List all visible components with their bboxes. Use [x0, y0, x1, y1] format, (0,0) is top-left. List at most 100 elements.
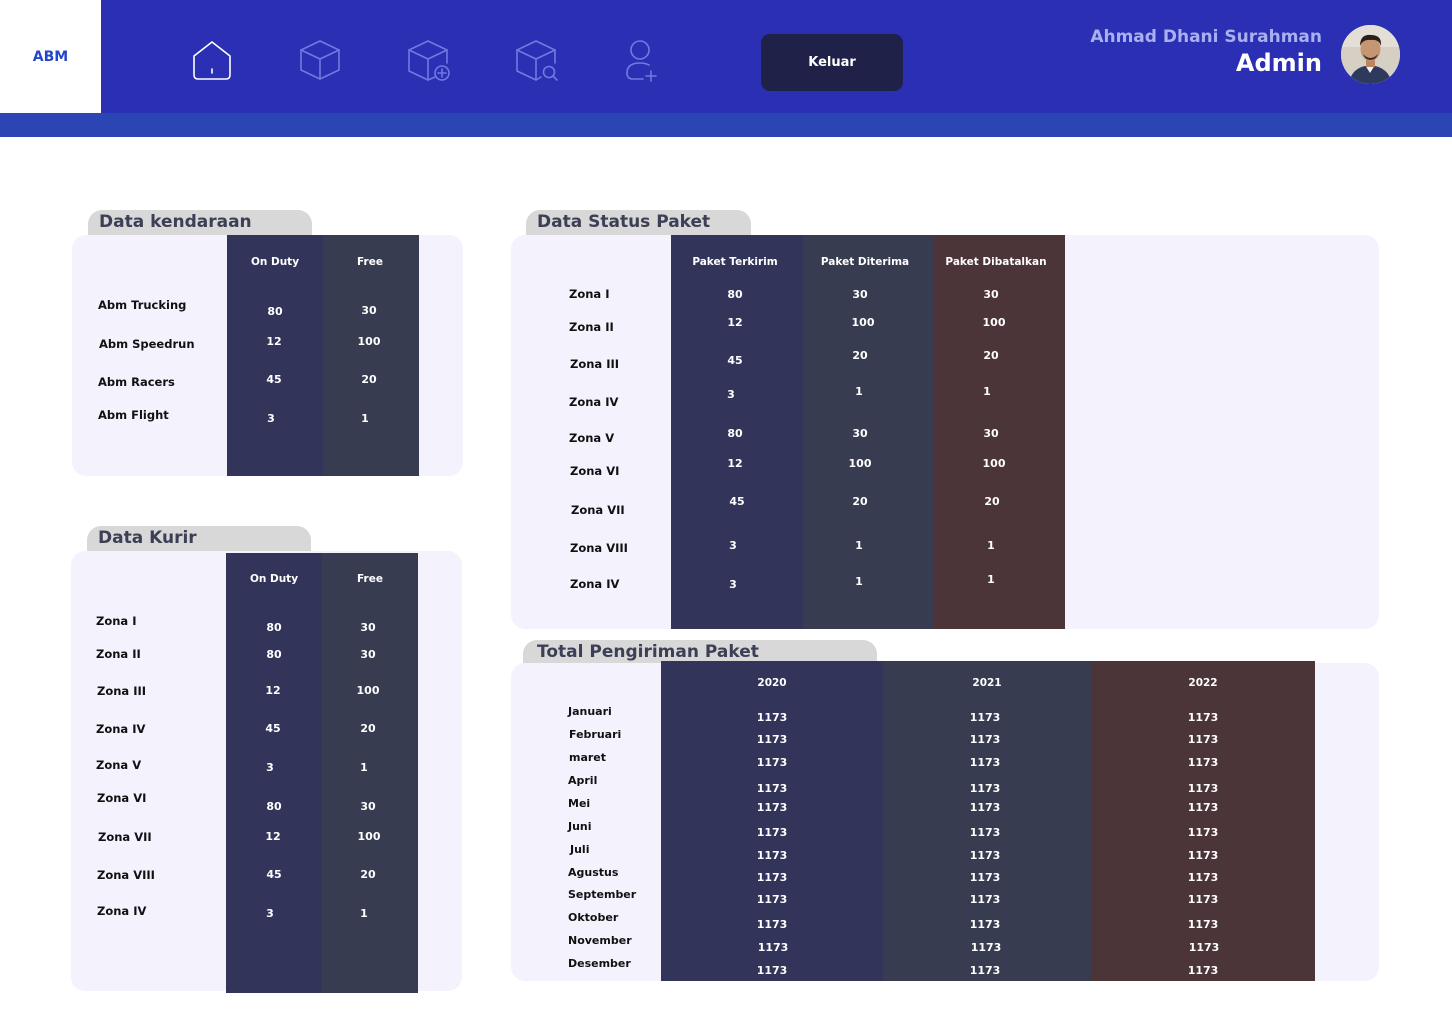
- home-icon[interactable]: [188, 36, 236, 84]
- row-label: Januari: [568, 705, 612, 718]
- table-cell: 3: [727, 388, 735, 401]
- table-cell: 1173: [969, 801, 1001, 814]
- table-cell: 100: [356, 684, 380, 697]
- row-label: Abm Flight: [98, 408, 169, 422]
- table-cell: 45: [266, 373, 282, 386]
- column-header: Free: [357, 573, 383, 585]
- table-cell: 1173: [969, 826, 1001, 839]
- table-cell: 80: [727, 288, 743, 301]
- shipments-panel: 2020 2021 2022 Januari 1173 1173 1173 Fe…: [511, 661, 1379, 981]
- row-label: Mei: [568, 797, 591, 810]
- table-cell: 30: [852, 427, 868, 440]
- row-label: Zona IV: [569, 395, 619, 409]
- row-label: Zona VI: [97, 791, 147, 805]
- table-cell: 1173: [969, 711, 1001, 724]
- table-cell: 3: [267, 412, 275, 425]
- row-label: Abm Trucking: [98, 298, 187, 312]
- table-cell: 100: [357, 830, 381, 843]
- couriers-panel: On Duty Free Zona I 80 30 Zona II 80 30 …: [71, 551, 462, 993]
- table-cell: 80: [266, 648, 282, 661]
- table-cell: 80: [266, 621, 282, 634]
- row-label: Zona III: [570, 357, 620, 371]
- row-label: Zona VIII: [97, 868, 155, 882]
- table-cell: 1: [360, 761, 368, 774]
- table-cell: 20: [360, 722, 376, 735]
- row-label: Agustus: [568, 866, 619, 879]
- table-cell: 1: [987, 539, 995, 552]
- row-label: Abm Racers: [98, 375, 175, 389]
- table-cell: 100: [851, 316, 875, 329]
- table-cell: 45: [266, 868, 282, 881]
- row-label: September: [568, 888, 637, 901]
- row-label: maret: [569, 751, 607, 764]
- table-cell: 1173: [969, 871, 1001, 884]
- package-icon[interactable]: [296, 36, 344, 84]
- row-label: Zona VIII: [570, 541, 628, 555]
- table-cell: 1173: [756, 849, 788, 862]
- logout-button[interactable]: Keluar: [761, 34, 903, 91]
- received-column: [803, 235, 933, 629]
- table-cell: 1: [361, 412, 369, 425]
- user-name: Ahmad Dhani Surahman: [1090, 27, 1322, 47]
- table-cell: 100: [848, 457, 872, 470]
- table-cell: 3: [729, 539, 737, 552]
- table-cell: 1: [987, 573, 995, 586]
- table-cell: 20: [852, 349, 868, 362]
- row-label: Zona VI: [570, 464, 620, 478]
- table-cell: 80: [727, 427, 743, 440]
- table-cell: 100: [982, 457, 1006, 470]
- row-label: Zona I: [96, 614, 137, 628]
- table-cell: 1173: [969, 849, 1001, 862]
- table-cell: 1173: [757, 941, 789, 954]
- table-cell: 20: [984, 495, 1000, 508]
- table-cell: 3: [266, 907, 274, 920]
- logo[interactable]: ABM: [0, 0, 101, 113]
- table-cell: 1173: [1187, 918, 1219, 931]
- row-label: Desember: [568, 957, 631, 970]
- table-cell: 1173: [969, 782, 1001, 795]
- table-cell: 45: [729, 495, 745, 508]
- table-cell: 1173: [756, 756, 788, 769]
- table-cell: 1: [855, 575, 863, 588]
- row-label: April: [568, 774, 598, 787]
- table-cell: 1173: [969, 756, 1001, 769]
- table-cell: 20: [852, 495, 868, 508]
- table-cell: 1173: [970, 941, 1002, 954]
- table-cell: 30: [360, 621, 376, 634]
- table-cell: 1173: [756, 893, 788, 906]
- row-label: Zona II: [569, 320, 614, 334]
- table-cell: 1173: [969, 918, 1001, 931]
- table-cell: 1173: [1188, 941, 1220, 954]
- add-package-icon[interactable]: [404, 36, 452, 84]
- table-cell: 30: [360, 800, 376, 813]
- table-cell: 100: [357, 335, 381, 348]
- row-label: Zona IV: [96, 722, 146, 736]
- add-user-icon[interactable]: [616, 36, 664, 84]
- row-label: Juni: [568, 820, 592, 833]
- table-cell: 30: [983, 427, 999, 440]
- table-cell: 3: [729, 578, 737, 591]
- table-cell: 1173: [1187, 893, 1219, 906]
- package-status-title: Data Status Paket: [526, 210, 751, 236]
- column-header: 2022: [1188, 677, 1218, 689]
- vehicles-panel: On Duty Free Abm Trucking 80 30 Abm Spee…: [72, 235, 463, 476]
- table-cell: 1173: [756, 733, 788, 746]
- table-cell: 30: [360, 648, 376, 661]
- avatar[interactable]: [1341, 25, 1400, 84]
- search-package-icon[interactable]: [512, 36, 560, 84]
- table-cell: 1173: [756, 782, 788, 795]
- table-cell: 1: [983, 385, 991, 398]
- year-2022-column: [1092, 661, 1315, 981]
- row-label: Februari: [569, 728, 622, 741]
- table-cell: 1173: [1187, 826, 1219, 839]
- row-label: Oktober: [568, 911, 619, 924]
- column-header: Paket Diterima: [820, 256, 910, 268]
- table-cell: 45: [265, 722, 281, 735]
- row-label: Zona V: [569, 431, 615, 445]
- row-label: Zona IV: [570, 577, 620, 591]
- table-cell: 30: [852, 288, 868, 301]
- table-cell: 1173: [1187, 964, 1219, 977]
- table-cell: 12: [727, 316, 743, 329]
- table-cell: 1173: [756, 918, 788, 931]
- table-cell: 30: [361, 304, 377, 317]
